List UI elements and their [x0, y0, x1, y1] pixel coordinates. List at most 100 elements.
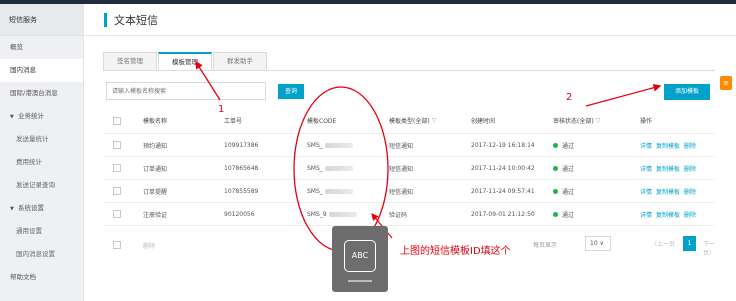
delete-link[interactable]: 删除 — [684, 187, 696, 196]
cell-status: 通过 — [553, 180, 574, 202]
row-checkbox[interactable] — [113, 157, 121, 179]
template-search-input[interactable] — [106, 82, 266, 100]
sidebar: 短信服务 概览 国内消息 国际/港澳台消息 ▼ 业务统计 发送量统计 费用统计 发… — [0, 4, 84, 301]
table-row: 预约通知 109917386 SMS_ 短信通知 2017-12-19 16:1… — [103, 134, 715, 157]
redacted-code — [324, 142, 353, 148]
tab-template-management[interactable]: 模板管理 — [158, 52, 212, 70]
copy-template-link[interactable]: 复制模板 — [656, 210, 680, 219]
checkbox-icon — [113, 116, 121, 125]
page-size-label: 每页显示 — [533, 242, 558, 249]
redacted-code — [324, 188, 353, 194]
row-checkbox[interactable] — [113, 134, 121, 156]
page-header: 文本短信 — [84, 4, 736, 36]
cell-type: 短信通知 — [389, 188, 414, 196]
cell-actions: 详情 复制模板 删除 — [640, 180, 700, 202]
row-checkbox[interactable] — [113, 180, 121, 202]
copy-template-link[interactable]: 复制模板 — [656, 164, 680, 173]
copy-template-link[interactable]: 复制模板 — [656, 187, 680, 196]
tabs-divider — [103, 70, 715, 71]
cell-ticket: 109917386 — [224, 141, 259, 149]
sidebar-item-domestic-settings[interactable]: 国内消息设置 — [0, 243, 83, 266]
table-header-row: 模板名称 工单号 模板CODE 模板类型(全部) ▽ 创建时间 审核状态(全部) ▽… — [103, 108, 715, 134]
sidebar-item-send-volume[interactable]: 发送量统计 — [0, 128, 83, 151]
sidebar-group-statistics[interactable]: ▼ 业务统计 — [0, 105, 83, 128]
cell-created: 2017-11-24 10:00:42 — [471, 164, 535, 172]
sidebar-group-settings[interactable]: ▼ 系统设置 — [0, 197, 83, 220]
cell-code-text: SMS_ — [307, 164, 323, 172]
caret-down-icon: ▼ — [10, 114, 14, 120]
redacted-code — [328, 211, 357, 217]
cell-ticket: 90120056 — [224, 210, 255, 218]
delete-link[interactable]: 删除 — [684, 210, 696, 219]
bulk-delete-button[interactable]: 删除 — [143, 234, 155, 256]
details-link[interactable]: 详情 — [640, 141, 652, 150]
tab-bulk-send-assistant[interactable]: 群发助手 — [213, 52, 267, 70]
checkbox-icon — [113, 210, 121, 218]
col-header-type[interactable]: 模板类型(全部) ▽ — [389, 108, 436, 133]
cell-status: 通过 — [553, 203, 574, 225]
col-header-code: 模板CODE — [307, 118, 337, 125]
feedback-badge-icon[interactable]: ≡ — [720, 76, 732, 90]
cell-created: 2017-12-19 16:18:14 — [471, 141, 535, 149]
col-header-type-label: 模板类型(全部) — [389, 118, 430, 125]
row-checkbox[interactable] — [113, 203, 121, 225]
cell-actions: 详情 复制模板 删除 — [640, 134, 700, 156]
status-text: 通过 — [562, 188, 575, 196]
col-header-actions: 操作 — [640, 118, 653, 125]
table-row: 注册验证 90120056 SMS_9 验证码 2017-09-01 21:12… — [103, 203, 715, 226]
col-header-status[interactable]: 审核状态(全部) ▽ — [553, 108, 600, 133]
page-size-select[interactable]: 10 ∨ — [585, 236, 611, 251]
details-link[interactable]: 详情 — [640, 187, 652, 196]
ime-bar — [348, 280, 372, 282]
cell-code: SMS_ — [307, 180, 353, 202]
tab-signature-management[interactable]: 签名管理 — [103, 52, 157, 70]
current-page-button[interactable]: 1 — [683, 236, 696, 251]
details-link[interactable]: 详情 — [640, 210, 652, 219]
cell-type: 短信通知 — [389, 165, 414, 173]
cell-code-text: SMS_ — [307, 141, 323, 149]
sidebar-item-international-messages[interactable]: 国际/港澳台消息 — [0, 82, 83, 105]
prev-page-label: 上一页 — [657, 241, 676, 248]
cell-actions: 详情 复制模板 删除 — [640, 203, 700, 225]
sidebar-item-cost-statistics[interactable]: 费用统计 — [0, 151, 83, 174]
prev-page-button[interactable]: 〈上一页 — [651, 239, 675, 248]
status-text: 通过 — [562, 211, 575, 219]
table-row: 订单提醒 107855589 SMS_ 短信通知 2017-11-24 09:5… — [103, 180, 715, 203]
redacted-code — [324, 165, 353, 171]
template-table: 模板名称 工单号 模板CODE 模板类型(全部) ▽ 创建时间 审核状态(全部) ▽… — [103, 108, 715, 226]
select-all-checkbox[interactable] — [113, 108, 121, 133]
checkbox-icon — [113, 187, 121, 195]
page-size-value: 10 — [590, 240, 598, 247]
cell-code: SMS_9 — [307, 203, 357, 225]
cell-type: 验证码 — [389, 211, 408, 219]
delete-link[interactable]: 删除 — [684, 164, 696, 173]
sidebar-item-help-docs[interactable]: 帮助文档 — [0, 266, 83, 289]
cell-actions: 详情 复制模板 删除 — [640, 157, 700, 179]
col-header-ticket: 工单号 — [224, 118, 243, 125]
sidebar-item-general-settings[interactable]: 通用设置 — [0, 220, 83, 243]
sidebar-group-label: 系统设置 — [18, 204, 44, 212]
delete-link[interactable]: 删除 — [684, 141, 696, 150]
status-dot-icon — [553, 142, 558, 148]
copy-template-link[interactable]: 复制模板 — [656, 141, 680, 150]
cell-code-text: SMS_ — [307, 187, 323, 195]
sidebar-item-send-records[interactable]: 发送记录查询 — [0, 174, 83, 197]
search-button[interactable]: 查询 — [278, 84, 304, 99]
add-template-button[interactable]: 添加模板 — [664, 84, 710, 100]
chevron-right-icon: 〉 — [709, 250, 716, 257]
sidebar-item-domestic-messages[interactable]: 国内消息 — [0, 59, 83, 82]
footer-checkbox[interactable] — [113, 234, 121, 256]
details-link[interactable]: 详情 — [640, 164, 652, 173]
cell-status: 通过 — [553, 157, 574, 179]
cell-ticket: 107855589 — [224, 187, 259, 195]
sidebar-group-label: 业务统计 — [18, 112, 44, 120]
annotation-number-1: 1 — [218, 104, 225, 115]
next-page-button[interactable]: 下一页〉 — [703, 239, 715, 257]
sidebar-item-overview[interactable]: 概览 — [0, 36, 83, 59]
status-dot-icon — [553, 165, 558, 171]
cell-name: 订单通知 — [143, 165, 168, 173]
chevron-down-icon: ∨ — [597, 240, 604, 247]
status-dot-icon — [553, 188, 558, 194]
page-title: 文本短信 — [114, 13, 158, 27]
checkbox-icon — [113, 141, 121, 149]
